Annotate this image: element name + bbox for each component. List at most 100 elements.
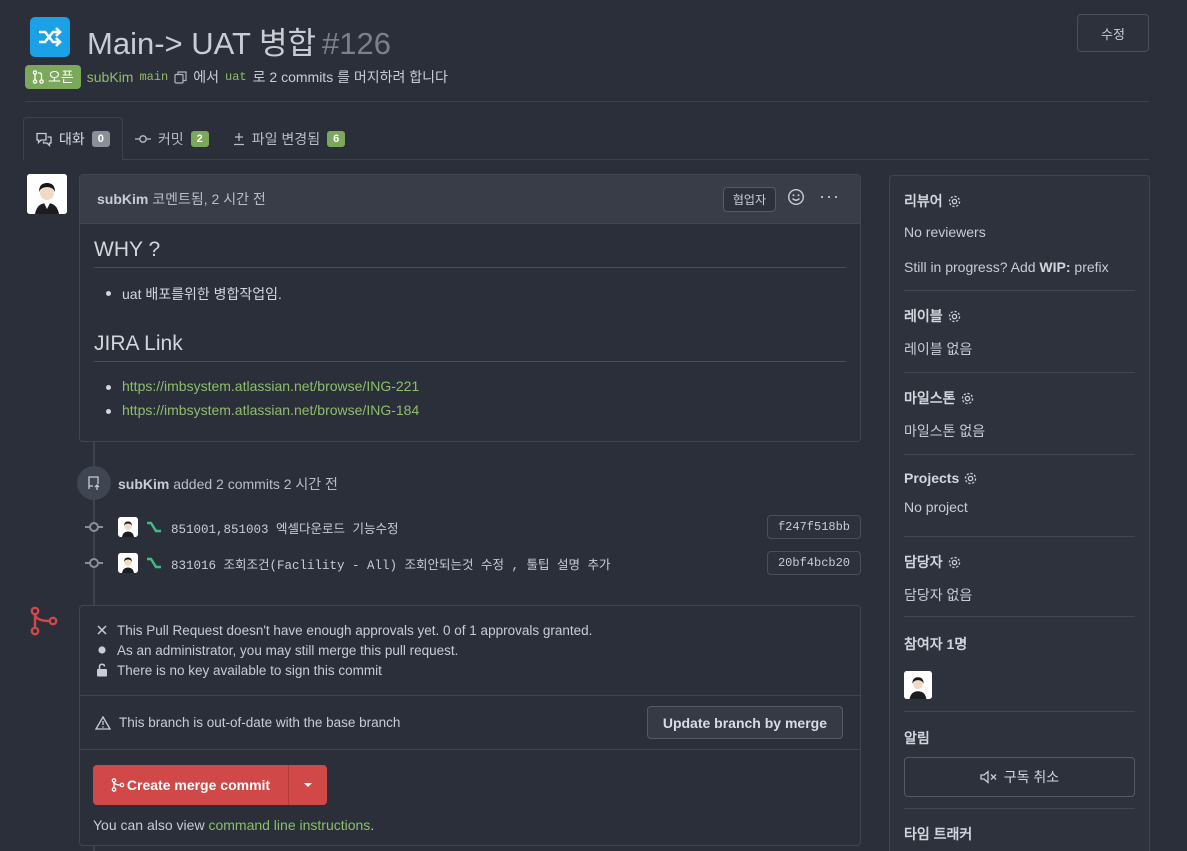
sidebar-reviewers-header[interactable]: 리뷰어 [904,191,1135,211]
more-options-icon[interactable]: ··· [819,187,840,205]
merge-button-label: Create merge commit [126,777,271,793]
sidebar-assignee: 담당자 담당자 없음 [904,537,1135,617]
comment-box: subKim 코멘트됨, 2 시간 전 협업자 ··· WHY ? uat 배포… [79,174,861,442]
projects-value: No project [904,499,968,515]
status-text: 오픈 [48,69,74,85]
event-author[interactable]: subKim [118,476,169,492]
sidebar-time-tracker-header: 타임 트래커 [904,824,1135,844]
status-badge: 오픈 [25,65,81,89]
copy-icon[interactable] [174,70,187,84]
emoji-icon[interactable] [787,188,805,206]
create-merge-commit-button[interactable]: Create merge commit [93,765,289,805]
milestone-value: 마일스톤 없음 [904,423,986,439]
commits-summary: 로 2 commits 를 머지하려 합니다 [252,69,448,85]
pr-number: #126 [322,26,391,61]
comment-time: 코멘트됨, 2 시간 전 [152,191,266,207]
tab-count: 2 [190,130,209,147]
gear-icon[interactable] [963,471,978,486]
signing-status: There is no key available to sign this c… [95,660,860,680]
cli-instructions-link[interactable]: command line instructions [208,817,370,833]
commit-avatar[interactable] [118,517,138,537]
tab-files-changed[interactable]: 파일 변경됨 6 [221,117,357,160]
outdated-branch-row: This branch is out-of-date with the base… [80,696,860,750]
sidebar-heading: 담당자 [904,554,943,570]
author-link[interactable]: subKim [87,69,134,85]
reviewers-value: No reviewers [904,224,986,240]
cli-suffix: . [370,817,375,833]
merge-icon [30,606,58,636]
commit-signature-icon[interactable] [146,557,162,569]
page: { "header": { "title": "Main-> UAT 병합", … [0,0,1187,851]
cli-prefix: You can also view [93,817,205,833]
tab-label: 대화 [59,131,85,147]
participant-avatar[interactable] [904,671,932,699]
tab-count: 0 [91,131,110,147]
admin-status: As an administrator, you may still merge… [95,640,860,660]
commit-node-icon [85,521,103,533]
commit-sha-button[interactable]: 20bf4bcb20 [766,551,861,575]
sidebar-labels-header[interactable]: 레이블 [904,306,1135,326]
commit-row: 831016 조회조건(Faclility - All) 조회안되는것 수정 ,… [85,550,861,576]
why-list: uat 배포를위한 병합작업임. [94,284,846,308]
assignee-value: 담당자 없음 [904,587,973,603]
commit-sha-button[interactable]: f247f518bb [766,515,861,539]
merge-options-dropdown[interactable] [289,765,327,805]
jira-link[interactable]: https://imbsystem.atlassian.net/browse/I… [122,378,419,394]
gear-icon[interactable] [960,391,975,406]
pr-subline: 오픈 subKim main 에서 uat 로 2 commits 를 머지하려… [25,65,448,89]
gear-icon[interactable] [947,194,962,209]
push-event-icon [77,466,111,500]
head-branch[interactable]: main [139,70,168,84]
update-branch-button[interactable]: Update branch by merge [646,706,843,739]
unsubscribe-button[interactable]: 구독 취소 [904,757,1135,797]
sidebar-heading: 리뷰어 [904,193,943,209]
gear-icon[interactable] [947,555,962,570]
sidebar-projects: Projects No project [904,455,1135,537]
conversation-icon [36,132,52,147]
comment-body: WHY ? uat 배포를위한 병합작업임. JIRA Link https:/… [80,224,860,426]
sidebar-heading: 타임 트래커 [904,826,973,842]
commit-message[interactable]: 831016 조회조건(Faclility - All) 조회안되는것 수정 ,… [171,554,611,573]
diff-icon [233,132,244,145]
edit-button[interactable]: 수정 [1077,14,1149,52]
page-title: Main-> UAT 병합 #126 [87,18,391,63]
sidebar-milestone: 마일스톤 마일스톤 없음 [904,373,1135,455]
sidebar-heading: 참여자 1명 [904,636,968,652]
tab-commits[interactable]: 커밋 2 [123,117,221,160]
commit-signature-icon[interactable] [146,521,162,533]
tab-count: 6 [327,130,346,147]
shuffle-icon [30,17,70,57]
base-branch[interactable]: uat [225,70,247,84]
commit-message[interactable]: 851001,851003 엑셀다운로드 기능수정 [171,518,399,537]
tab-label: 파일 변경됨 [251,130,321,147]
tab-conversation[interactable]: 대화 0 [23,117,123,161]
sidebar-labels: 레이블 레이블 없음 [904,291,1135,373]
sidebar-milestone-header[interactable]: 마일스톤 [904,388,1135,408]
sidebar-assignee-header[interactable]: 담당자 [904,552,1135,572]
commit-avatar[interactable] [118,553,138,573]
signing-text: There is no key available to sign this c… [117,662,382,678]
merge-button-group: Create merge commit [93,765,327,805]
comment-heading-jira: JIRA Link [94,332,846,362]
role-badge: 협업자 [722,187,776,212]
avatar[interactable] [27,174,67,214]
list-item: https://imbsystem.atlassian.net/browse/I… [106,378,846,402]
comment-author[interactable]: subKim [97,191,148,207]
cli-instructions-line: You can also view command line instructi… [93,817,860,833]
approval-text: This Pull Request doesn't have enough ap… [117,622,593,638]
wip-text: Still in progress? Add [904,259,1036,275]
pull-request-icon [32,70,44,84]
gear-icon[interactable] [947,309,962,324]
comment-header: subKim 코멘트됨, 2 시간 전 협업자 ··· [80,175,860,224]
sidebar-heading: Projects [904,470,960,486]
wip-suffix: prefix [1074,259,1109,275]
event-description: added 2 commits 2 시간 전 [173,476,338,492]
tab-label: 커밋 [157,130,184,147]
jira-link[interactable]: https://imbsystem.atlassian.net/browse/I… [122,402,419,418]
pr-tabs: 대화 0 커밋 2 파일 변경됨 6 [23,117,1149,161]
from-text: 에서 [193,69,220,85]
close-icon [95,625,109,635]
commit-node-icon [85,557,103,569]
sidebar-projects-header[interactable]: Projects [904,470,1135,486]
sidebar-time-tracker: 타임 트래커 [904,809,1135,844]
